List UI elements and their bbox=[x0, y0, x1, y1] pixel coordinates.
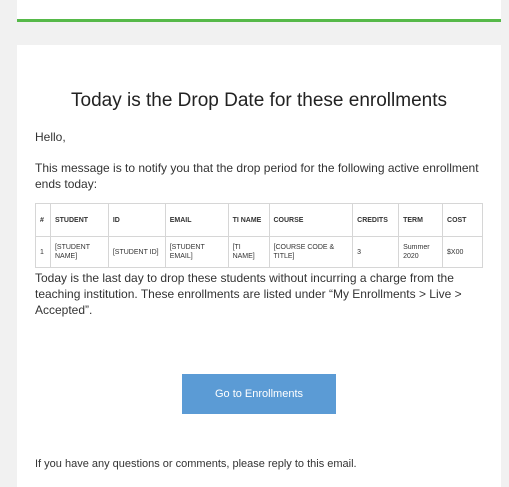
cell-term: Summer 2020 bbox=[398, 236, 444, 268]
outro-paragraph: Today is the last day to drop these stud… bbox=[35, 271, 462, 317]
greeting-text: Hello, bbox=[35, 130, 66, 144]
header-id: ID bbox=[107, 203, 166, 237]
cell-credits: 3 bbox=[352, 236, 400, 268]
header-course: COURSE bbox=[268, 203, 354, 237]
enrollments-table: # STUDENT ID EMAIL TI NAME COURSE CREDIT… bbox=[35, 203, 483, 268]
cell-student: [STUDENT NAME] bbox=[49, 236, 109, 268]
cell-ti-name: [TI NAME] bbox=[227, 236, 270, 268]
footer-text: If you have any questions or comments, p… bbox=[35, 458, 357, 470]
header-email: EMAIL bbox=[164, 203, 229, 237]
go-to-enrollments-button[interactable]: Go to Enrollments bbox=[182, 374, 336, 414]
previous-card bbox=[17, 0, 501, 19]
header-number: # bbox=[35, 203, 51, 237]
cell-email: [STUDENT EMAIL] bbox=[164, 236, 229, 268]
email-title: Today is the Drop Date for these enrollm… bbox=[71, 90, 447, 111]
cell-cost: $X00 bbox=[442, 236, 483, 268]
header-ti-name: TI NAME bbox=[227, 203, 270, 237]
email-card: Today is the Drop Date for these enrollm… bbox=[17, 45, 501, 487]
table-row: 1 [STUDENT NAME] [STUDENT ID] [STUDENT E… bbox=[35, 236, 483, 268]
cell-number: 1 bbox=[35, 236, 51, 268]
intro-paragraph: This message is to notify you that the d… bbox=[35, 161, 479, 191]
cell-id: [STUDENT ID] bbox=[107, 236, 166, 268]
header-cost: COST bbox=[442, 203, 483, 237]
header-credits: CREDITS bbox=[352, 203, 400, 237]
header-student: STUDENT bbox=[49, 203, 109, 237]
cell-course: [COURSE CODE & TITLE] bbox=[268, 236, 354, 268]
header-term: TERM bbox=[398, 203, 444, 237]
table-header-row: # STUDENT ID EMAIL TI NAME COURSE CREDIT… bbox=[35, 203, 483, 237]
green-accent-bar bbox=[17, 19, 501, 22]
